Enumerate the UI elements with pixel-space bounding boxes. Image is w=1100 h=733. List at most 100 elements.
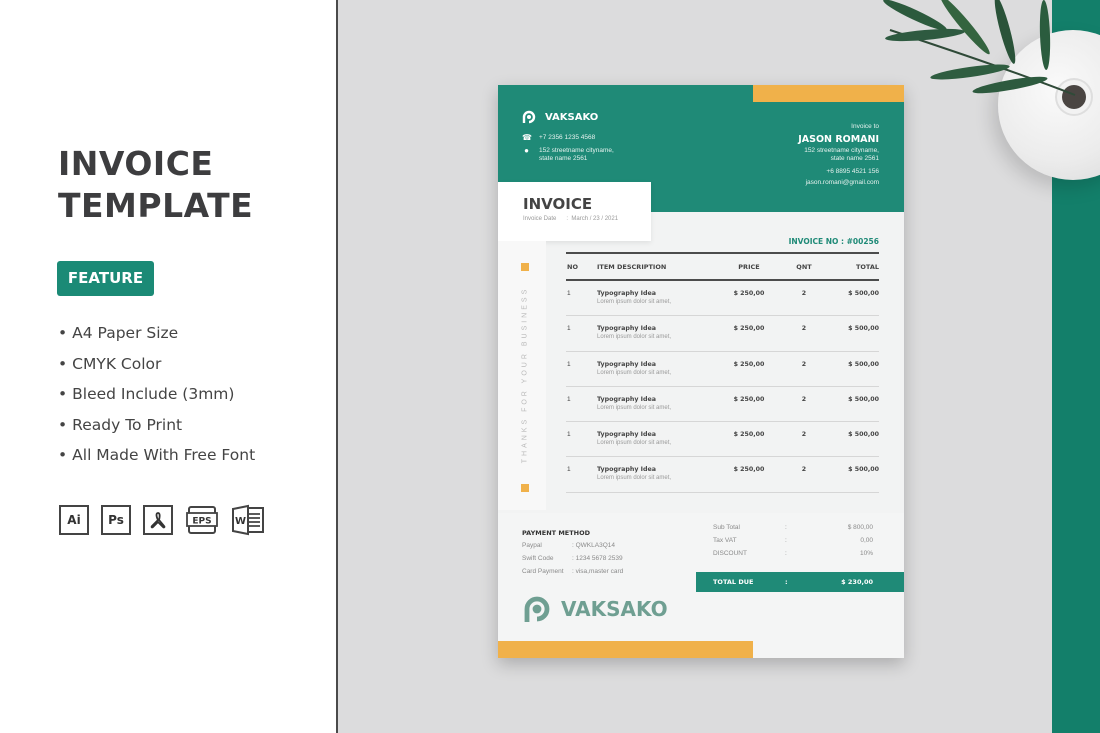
eps-icon-label: EPS (192, 517, 211, 527)
cell-qnt: 2 (801, 290, 807, 297)
total-due-label: TOTAL DUE (713, 578, 754, 586)
table-row: 1 Typography Idea Lorem ipsum dolor sit am… (566, 281, 879, 317)
promo-title-line2: TEMPLATE (58, 186, 254, 225)
table-header: NO ITEM DESCRIPTION PRICE QNT TOTAL (566, 252, 879, 281)
phone-icon: ☎ (522, 133, 532, 142)
bill-to-address-line1: 152 streetname cityname, (804, 147, 879, 154)
acrobat-pdf-icon (143, 505, 173, 535)
company-logo: VAKSAKO (521, 109, 598, 125)
summary-key: Tax VAT (713, 537, 737, 544)
item-subtext: Lorem ipsum dolor sit amet, (597, 404, 672, 411)
side-square-top (521, 263, 529, 271)
invoice-number: INVOICE NO : #00256 (788, 237, 879, 246)
feature-list: • A4 Paper Size • CMYK Color • Bleed Includ… (58, 322, 255, 475)
invoice-date-label: Invoice Date (523, 216, 557, 222)
summary-row: Tax VAT: 0,00 (713, 537, 873, 544)
bill-to-phone: +6 8895 4521 156 (826, 168, 879, 175)
cell-price: $ 250,00 (733, 466, 765, 474)
table-row: 1 Typography Idea Lorem ipsum dolor sit am… (566, 387, 879, 423)
word-icon-label: W (235, 516, 246, 527)
bullet-icon: • (58, 415, 68, 434)
company-phone: ☎ +7 2356 1235 4568 (522, 134, 595, 142)
vaksako-logo-icon (524, 596, 550, 622)
company-address-line1: 152 streetname cityname, (539, 147, 614, 154)
feature-item: • A4 Paper Size (58, 322, 255, 353)
cell-total: $ 500,00 (848, 325, 879, 333)
item-name: Typography Idea (597, 290, 657, 297)
item-name: Typography Idea (597, 431, 657, 439)
cell-price: $ 250,00 (733, 290, 765, 297)
feature-label: CMYK Color (72, 354, 162, 373)
cell-price: $ 250,00 (733, 395, 765, 403)
cell-description: Typography Idea Lorem ipsum dolor sit ame… (597, 325, 719, 340)
company-address: ● 152 streetname cityname, state name 25… (522, 147, 614, 163)
invoice-footer: PAYMENT METHOD Paypal : QWKLA3Q14 Swift C… (498, 513, 904, 658)
item-name: Typography Idea (597, 360, 657, 368)
cell-total: $ 500,00 (848, 395, 879, 403)
vaksako-logo-icon (522, 110, 536, 124)
photoshop-icon: Ps (101, 505, 131, 535)
cell-price: $ 250,00 (733, 360, 765, 368)
feature-label: Bleed Include (3mm) (72, 385, 235, 403)
cell-description: Typography Idea Lorem ipsum dolor sit ame… (597, 361, 719, 376)
items-table: NO ITEM DESCRIPTION PRICE QNT TOTAL 1 Typ… (566, 252, 879, 493)
illustrator-icon-label: Ai (67, 513, 81, 527)
item-subtext: Lorem ipsum dolor sit amet, (597, 369, 672, 376)
company-name: VAKSAKO (545, 111, 599, 123)
feature-label: Ready To Print (72, 415, 183, 434)
invoice-date-value: : March / 23 / 2021 (566, 216, 619, 222)
summary-key: Sub Total (713, 524, 740, 531)
col-no-header: NO (567, 262, 578, 271)
acrobat-glyph (150, 512, 166, 529)
summary-colon: : (785, 537, 787, 544)
bill-to-email: jason.romani@gmail.com (805, 179, 879, 186)
total-due-colon: : (785, 578, 788, 586)
cell-description: Typography Idea Lorem ipsum dolor sit ame… (597, 396, 719, 411)
cell-no: 1 (567, 395, 571, 403)
payment-key: Paypal (522, 542, 542, 549)
feature-item: • Ready To Print (58, 414, 255, 445)
cell-description: Typography Idea Lorem ipsum dolor sit ame… (597, 290, 719, 305)
cell-qnt: 2 (801, 395, 807, 403)
item-name: Typography Idea (597, 466, 657, 474)
payment-key: Swift Code (522, 555, 554, 562)
payment-value: : visa,master card (572, 568, 624, 575)
feature-item: • Bleed Include (3mm) (58, 383, 255, 414)
cell-description: Typography Idea Lorem ipsum dolor sit ame… (597, 466, 719, 481)
accent-bar-bottom (498, 641, 753, 658)
footer-brand-name: VAKSAKO (561, 597, 668, 621)
illustrator-icon: Ai (59, 505, 89, 535)
summary-value: $ 800,00 (847, 524, 873, 531)
eps-glyph: EPS (186, 506, 218, 534)
eps-icon: EPS (185, 505, 219, 535)
payment-value: : QWKLA3Q14 (572, 542, 615, 549)
summary-key: DISCOUNT (713, 550, 747, 557)
app-icon-row: Ai Ps EPS W (59, 504, 265, 536)
table-row: 1 Typography Idea Lorem ipsum dolor sit am… (566, 316, 879, 352)
cell-total: $ 500,00 (848, 290, 879, 297)
cell-price: $ 250,00 (733, 325, 765, 333)
cell-no: 1 (567, 466, 571, 474)
col-total-header: TOTAL (855, 262, 879, 271)
summary-colon: : (785, 524, 787, 531)
payment-method-title: PAYMENT METHOD (522, 529, 591, 537)
col-price-header: PRICE (738, 262, 760, 271)
item-subtext: Lorem ipsum dolor sit amet, (597, 440, 672, 447)
bill-to-block: Invoice to JASON ROMANI 152 streetname c… (798, 121, 879, 188)
cell-no: 1 (567, 360, 571, 368)
summary-row: DISCOUNT: 10% (713, 550, 873, 557)
cell-no: 1 (567, 325, 571, 333)
invoice-title-card: INVOICE Invoice Date : March / 23 / 2021 (498, 182, 651, 241)
payment-row: Swift Code: 1234 5678 2539 (522, 555, 623, 562)
cell-total: $ 500,00 (848, 360, 879, 368)
col-qnt-header: QNT (796, 262, 812, 271)
payment-row: Card Payment: visa,master card (522, 568, 623, 575)
item-name: Typography Idea (597, 395, 657, 403)
cell-total: $ 500,00 (848, 431, 879, 439)
col-desc-header: ITEM DESCRIPTION (597, 262, 667, 271)
item-subtext: Lorem ipsum dolor sit amet, (597, 299, 672, 305)
cell-qnt: 2 (801, 431, 807, 439)
promo-title: INVOICE TEMPLATE (58, 143, 253, 227)
company-address-line2: state name 2561 (539, 155, 588, 162)
bill-to-address-line2: state name 2561 (830, 155, 879, 162)
